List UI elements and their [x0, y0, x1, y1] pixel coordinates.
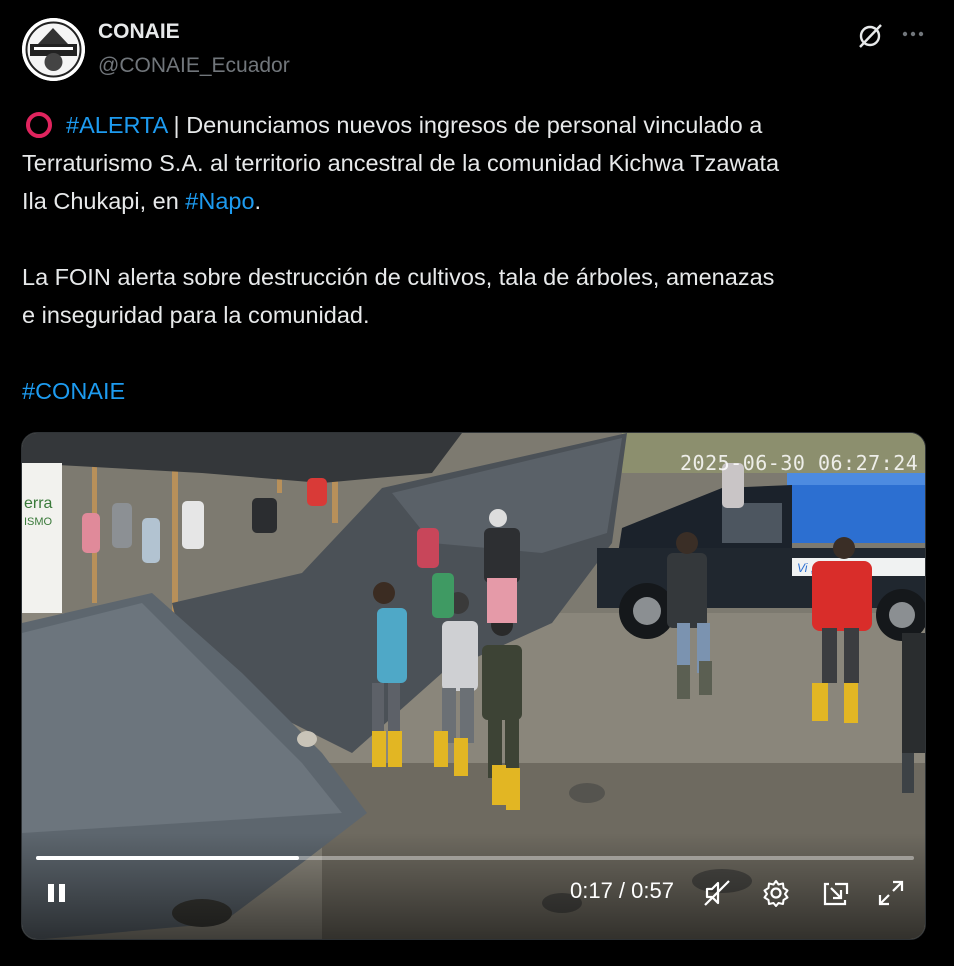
conaie-logo-icon	[22, 18, 85, 81]
author-avatar[interactable]	[22, 18, 85, 81]
picture-in-picture-icon[interactable]	[821, 878, 851, 908]
tweet-line-1: #ALERTA | Denunciamos nuevos ingresos de…	[22, 106, 932, 144]
tweet-line-3-start: Ila Chukapi, en	[22, 188, 186, 214]
author-name[interactable]: CONAIE	[98, 20, 180, 44]
alert-circle-icon	[26, 112, 52, 138]
settings-icon[interactable]	[761, 878, 791, 908]
tweet-line-2: Terraturismo S.A. al territorio ancestra…	[22, 150, 780, 176]
tweet-para2-line-2: e inseguridad para la comunidad.	[22, 302, 370, 328]
svg-text:erra: erra	[24, 495, 53, 512]
tweet-line-1-text: | Denunciamos nuevos ingresos de persona…	[167, 112, 763, 138]
video-progress-fill	[36, 856, 300, 860]
video-frame: erra ISMO Vi ,sin dest	[22, 433, 925, 939]
hashtag-conaie[interactable]: #CONAIE	[22, 378, 125, 404]
more-icon[interactable]	[900, 24, 926, 44]
hashtag-alerta[interactable]: #ALERTA	[66, 112, 167, 138]
hashtag-napo[interactable]: #Napo	[185, 188, 254, 214]
video-controls: 0:17 / 0:57	[22, 878, 925, 928]
tweet-line-3-end: .	[254, 188, 262, 214]
tweet-para2-line-1: La FOIN alerta sobre destrucción de cult…	[22, 264, 775, 290]
tweet-text: #ALERTA | Denunciamos nuevos ingresos de…	[22, 106, 932, 410]
video-progress-bar[interactable]	[36, 856, 914, 860]
svg-text:ISMO: ISMO	[24, 516, 53, 528]
grok-icon[interactable]	[856, 22, 884, 50]
video-player[interactable]: erra ISMO Vi ,sin dest	[21, 432, 926, 940]
tweet-line-3: Ila Chukapi, en #Napo.	[22, 182, 932, 220]
video-timestamp-overlay: 2025-06-30 06:27:24	[680, 451, 919, 475]
video-time: 0:17 / 0:57	[570, 878, 674, 903]
author-handle[interactable]: @CONAIE_Ecuador	[98, 54, 290, 78]
fullscreen-icon[interactable]	[876, 878, 906, 908]
pause-icon[interactable]	[42, 878, 72, 908]
mute-icon[interactable]	[702, 878, 732, 908]
